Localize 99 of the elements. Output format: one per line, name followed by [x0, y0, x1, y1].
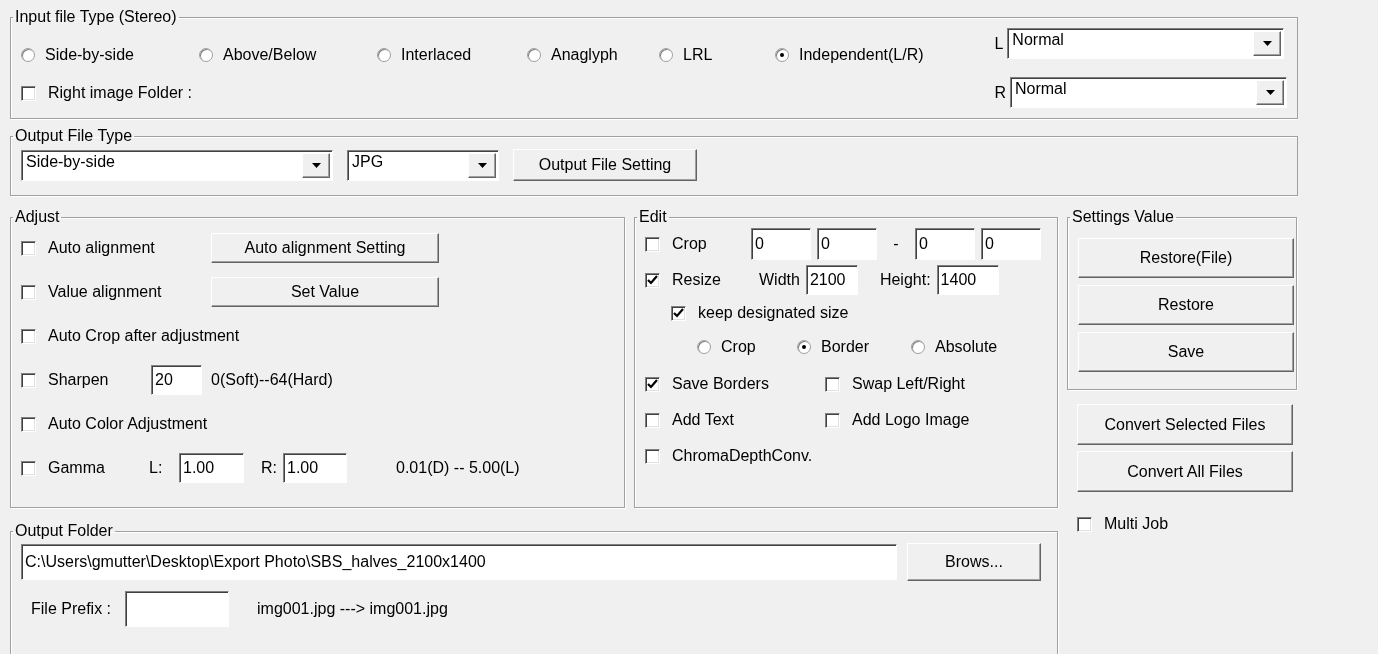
group-title: Input file Type (Stereo): [14, 8, 178, 26]
checkbox[interactable]: [645, 448, 660, 464]
checkbox-label: Auto alignment: [48, 239, 155, 257]
checkbox-label: Add Text: [672, 411, 734, 429]
radio-button[interactable]: [527, 48, 541, 62]
radio-label: Interlaced: [401, 46, 472, 64]
checkbox[interactable]: [645, 272, 660, 288]
checkbox[interactable]: [21, 85, 36, 101]
checkbox-label: Add Logo Image: [852, 411, 970, 429]
radio-label: Border: [821, 338, 870, 356]
crop-field[interactable]: 0: [817, 228, 877, 260]
field-label: Height:: [879, 271, 931, 289]
radio-button[interactable]: [659, 48, 673, 62]
checkbox-label: keep designated size: [698, 304, 849, 322]
group-title: Settings Value: [1071, 208, 1175, 226]
group-title: Edit: [638, 208, 668, 226]
settings-button[interactable]: Restore: [1078, 285, 1294, 325]
checkbox-label: Multi Job: [1104, 515, 1169, 533]
sharpen-field[interactable]: 20: [151, 365, 202, 395]
settings-button[interactable]: Restore(File): [1078, 238, 1294, 278]
auto-alignment-setting-button[interactable]: Auto alignment Setting: [211, 233, 439, 263]
checkbox-label: Resize: [672, 271, 721, 289]
crop-field[interactable]: 0: [981, 228, 1041, 260]
layout-dropdown[interactable]: Side-by-side: [21, 149, 333, 181]
field-label: Width: [759, 271, 800, 289]
dropdown-arrow-button[interactable]: [302, 152, 330, 178]
dropdown-arrow-button[interactable]: [468, 152, 496, 178]
settings-button[interactable]: Save: [1078, 332, 1294, 372]
checkbox[interactable]: [645, 376, 660, 392]
radio-button[interactable]: [21, 48, 35, 62]
checkbox-label: ChromaDepthConv.: [672, 447, 813, 465]
radio-label: Crop: [721, 338, 756, 356]
checkbox-label: Gamma: [48, 459, 105, 477]
checkbox[interactable]: [21, 416, 36, 432]
field-label: L:: [149, 459, 163, 477]
field-label: File Prefix :: [31, 600, 111, 618]
mode-dropdown[interactable]: Normal: [1010, 77, 1287, 108]
checkbox-label: Auto Color Adjustment: [48, 415, 208, 433]
radio-button[interactable]: [199, 48, 213, 62]
radio-button[interactable]: [697, 340, 711, 354]
field-label: R:: [261, 459, 277, 477]
checkbox-label: Swap Left/Right: [852, 375, 965, 393]
checkbox[interactable]: [825, 412, 840, 428]
range-hint: 0.01(D) -- 5.00(L): [396, 459, 520, 477]
caret-icon: [311, 162, 321, 168]
radio-label: LRL: [683, 46, 713, 64]
output-file-setting-button[interactable]: Output File Setting: [513, 149, 697, 182]
checkbox[interactable]: [1077, 516, 1092, 532]
checkbox[interactable]: [21, 240, 36, 256]
radio-label: Above/Below: [223, 46, 317, 64]
convert-button[interactable]: Convert Selected Files: [1077, 404, 1293, 445]
range-hint: 0(Soft)--64(Hard): [211, 371, 333, 389]
filename-example: img001.jpg ---> img001.jpg: [257, 600, 448, 618]
radio-button[interactable]: [377, 48, 391, 62]
file-prefix-field[interactable]: [125, 591, 229, 627]
checkbox-label: Auto Crop after adjustment: [48, 327, 240, 345]
radio-label: Side-by-side: [45, 46, 134, 64]
checkbox[interactable]: [21, 328, 36, 344]
caret-icon: [1265, 90, 1275, 95]
checkbox-label: Sharpen: [48, 371, 109, 389]
group-title: Adjust: [14, 208, 61, 226]
checkbox[interactable]: [21, 372, 36, 388]
gamma-left-field[interactable]: 1.00: [179, 453, 244, 483]
browse-button[interactable]: Brows...: [907, 543, 1041, 581]
height-field[interactable]: 1400: [936, 265, 999, 295]
caret-icon: [477, 162, 487, 168]
checkbox[interactable]: [825, 376, 840, 392]
output-path-field[interactable]: C:\Users\gmutter\Desktop\Export Photo\SBS_halves_2100x1400: [21, 544, 897, 580]
checkbox[interactable]: [21, 460, 36, 476]
format-dropdown[interactable]: JPG: [347, 149, 499, 181]
dropdown-label: R: [994, 83, 1006, 102]
radio-button[interactable]: [797, 340, 811, 354]
mode-dropdown[interactable]: Normal: [1007, 28, 1285, 59]
set-value-button[interactable]: Set Value: [211, 277, 439, 307]
crop-field[interactable]: 0: [915, 228, 975, 260]
radio-button[interactable]: [775, 48, 789, 62]
crop-field[interactable]: 0: [751, 228, 811, 260]
checkbox-label: Save Borders: [672, 375, 769, 393]
dropdown-label: L: [994, 34, 1004, 53]
radio-label: Anaglyph: [551, 46, 618, 64]
caret-icon: [1262, 41, 1272, 46]
group-title: Output File Type: [14, 127, 134, 146]
dropdown-arrow-button[interactable]: [1253, 31, 1282, 56]
checkbox[interactable]: [21, 284, 36, 300]
dropdown-arrow-button[interactable]: [1256, 80, 1284, 105]
checkbox-label: Right image Folder :: [48, 84, 193, 102]
checkbox-label: Crop: [672, 235, 707, 253]
width-field[interactable]: 2100: [805, 265, 858, 295]
gamma-right-field[interactable]: 1.00: [283, 453, 347, 483]
checkbox[interactable]: [645, 412, 660, 428]
checkbox[interactable]: [671, 305, 686, 321]
radio-button[interactable]: [911, 340, 925, 354]
radio-label: Absolute: [935, 338, 998, 356]
radio-label: Independent(L/R): [799, 46, 924, 64]
checkbox-label: Value alignment: [48, 283, 162, 301]
checkbox[interactable]: [645, 236, 660, 252]
convert-button[interactable]: Convert All Files: [1077, 451, 1293, 492]
range-separator: -: [893, 235, 899, 253]
group-title: Output Folder: [14, 522, 114, 540]
